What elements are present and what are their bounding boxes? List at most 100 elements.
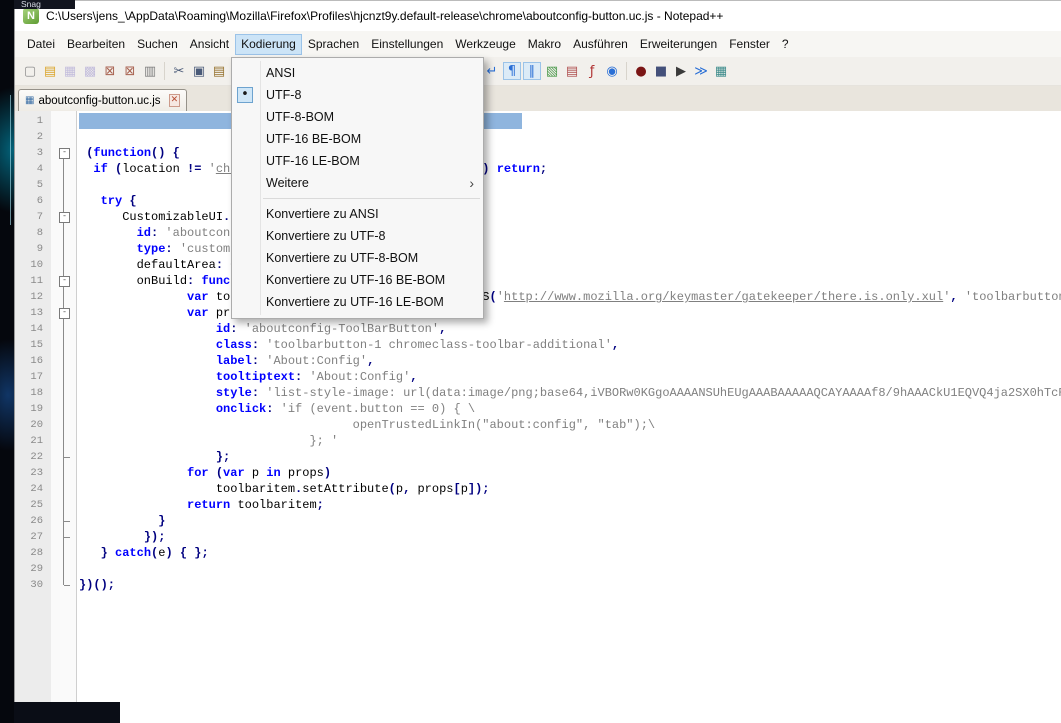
editor-area[interactable]: 1 // aboutconfig-butt23 (function() {4 i… <box>15 111 1061 723</box>
menubar-item-fenster[interactable]: Fenster <box>723 34 776 55</box>
code-line-10[interactable]: 10 defaultArea: CustomizableUI.AREA_NAVB… <box>15 257 1061 273</box>
menubar-item-kodierung[interactable]: Kodierung <box>235 34 302 55</box>
line-number[interactable]: 24 <box>15 481 51 497</box>
close-file-button[interactable]: ⊠ <box>101 62 119 80</box>
code-line-2[interactable]: 2 <box>15 129 1061 145</box>
line-number[interactable]: 27 <box>15 529 51 545</box>
menubar-item-erweiterungen[interactable]: Erweiterungen <box>634 34 723 55</box>
code-line-28[interactable]: 28 } catch(e) { }; <box>15 545 1061 561</box>
encoding-menu-item-konvertiere-zu-ansi[interactable]: Konvertiere zu ANSI <box>232 203 483 225</box>
code-line-22[interactable]: 22 }; <box>15 449 1061 465</box>
code-line-5[interactable]: 5 <box>15 177 1061 193</box>
line-number[interactable]: 13 <box>15 305 51 321</box>
code-line-26[interactable]: 26 } <box>15 513 1061 529</box>
line-number[interactable]: 19 <box>15 401 51 417</box>
code-line-15[interactable]: 15 class: 'toolbarbutton-1 chromeclass-t… <box>15 337 1061 353</box>
menubar-item-bearbeiten[interactable]: Bearbeiten <box>61 34 131 55</box>
line-number[interactable]: 10 <box>15 257 51 273</box>
tab-close-icon[interactable]: ✕ <box>169 94 181 107</box>
code-line-13[interactable]: 13 var pro <box>15 305 1061 321</box>
line-number[interactable]: 17 <box>15 369 51 385</box>
macro-stop-button[interactable]: ■ <box>652 62 670 80</box>
macro-record-button[interactable]: ● <box>632 62 650 80</box>
line-number[interactable]: 5 <box>15 177 51 193</box>
document-list-button[interactable]: ▤ <box>563 62 581 80</box>
encoding-menu-item-konvertiere-zu-utf-16-le-bom[interactable]: Konvertiere zu UTF-16 LE-BOM <box>232 291 483 313</box>
macro-save-button[interactable]: ▦ <box>712 62 730 80</box>
encoding-menu-item-utf-8[interactable]: •UTF-8 <box>232 84 483 106</box>
line-number[interactable]: 1 <box>15 113 51 129</box>
encoding-menu-item-ansi[interactable]: ANSI <box>232 62 483 84</box>
line-number[interactable]: 6 <box>15 193 51 209</box>
monitoring-button[interactable]: ◉ <box>603 62 621 80</box>
menubar-item-datei[interactable]: Datei <box>21 34 61 55</box>
show-all-characters-button[interactable]: ¶ <box>503 62 521 80</box>
menubar-item-einstellungen[interactable]: Einstellungen <box>365 34 449 55</box>
fold-toggle-icon[interactable]: - <box>59 212 70 223</box>
encoding-menu-item-konvertiere-zu-utf-8-bom[interactable]: Konvertiere zu UTF-8-BOM <box>232 247 483 269</box>
menubar-item-item[interactable]: ? <box>776 34 795 55</box>
copy-button[interactable]: ▣ <box>190 62 208 80</box>
code-line-18[interactable]: 18 style: 'list-style-image: url(data:im… <box>15 385 1061 401</box>
code-line-4[interactable]: 4 if (location != 'chrome://browser/cont… <box>15 161 1061 177</box>
menubar-item-ausf-hren[interactable]: Ausführen <box>567 34 634 55</box>
line-number[interactable]: 22 <box>15 449 51 465</box>
tab-aboutconfig-button[interactable]: ▦ aboutconfig-button.uc.js ✕ <box>18 89 187 111</box>
encoding-menu-item-konvertiere-zu-utf-16-be-bom[interactable]: Konvertiere zu UTF-16 BE-BOM <box>232 269 483 291</box>
fold-toggle-icon[interactable]: - <box>59 276 70 287</box>
code-line-7[interactable]: 7 CustomizableUI.createWidget({ <box>15 209 1061 225</box>
line-number[interactable]: 18 <box>15 385 51 401</box>
menubar-item-suchen[interactable]: Suchen <box>131 34 184 55</box>
encoding-menu-item-utf-16-be-bom[interactable]: UTF-16 BE-BOM <box>232 128 483 150</box>
line-number[interactable]: 4 <box>15 161 51 177</box>
menubar-item-sprachen[interactable]: Sprachen <box>302 34 365 55</box>
line-number[interactable]: 14 <box>15 321 51 337</box>
line-number[interactable]: 25 <box>15 497 51 513</box>
line-number[interactable]: 28 <box>15 545 51 561</box>
word-wrap-button[interactable]: ↵ <box>483 62 501 80</box>
line-number[interactable]: 26 <box>15 513 51 529</box>
line-number[interactable]: 15 <box>15 337 51 353</box>
menubar-item-ansicht[interactable]: Ansicht <box>184 34 235 55</box>
code-line-3[interactable]: 3 (function() { <box>15 145 1061 161</box>
encoding-menu-item-utf-8-bom[interactable]: UTF-8-BOM <box>232 106 483 128</box>
code-line-29[interactable]: 29 <box>15 561 1061 577</box>
indent-guide-button[interactable]: ∥ <box>523 62 541 80</box>
open-file-button[interactable]: ▤ <box>41 62 59 80</box>
code-line-11[interactable]: 11 onBuild: function(doc) { <box>15 273 1061 289</box>
save-file-button[interactable]: ▦ <box>61 62 79 80</box>
menubar-item-werkzeuge[interactable]: Werkzeuge <box>449 34 521 55</box>
code-line-21[interactable]: 21 }; ' <box>15 433 1061 449</box>
line-number[interactable]: 16 <box>15 353 51 369</box>
line-number[interactable]: 21 <box>15 433 51 449</box>
line-number[interactable]: 11 <box>15 273 51 289</box>
encoding-menu-item-konvertiere-zu-utf-8[interactable]: Konvertiere zu UTF-8 <box>232 225 483 247</box>
function-list-button[interactable]: ƒ <box>583 62 601 80</box>
code-line-14[interactable]: 14 id: 'aboutconfig-ToolBarButton', <box>15 321 1061 337</box>
new-file-button[interactable]: ▢ <box>21 62 39 80</box>
line-number[interactable]: 7 <box>15 209 51 225</box>
code-line-6[interactable]: 6 try { <box>15 193 1061 209</box>
fold-toggle-icon[interactable]: - <box>59 308 70 319</box>
line-number[interactable]: 12 <box>15 289 51 305</box>
code-line-23[interactable]: 23 for (var p in props) <box>15 465 1061 481</box>
code-line-12[interactable]: 12 var toolbaritem = document.createElem… <box>15 289 1061 305</box>
line-number[interactable]: 3 <box>15 145 51 161</box>
code-line-17[interactable]: 17 tooltiptext: 'About:Config', <box>15 369 1061 385</box>
line-number[interactable]: 8 <box>15 225 51 241</box>
code-line-20[interactable]: 20 openTrustedLinkIn("about:config", "ta… <box>15 417 1061 433</box>
save-all-button[interactable]: ▩ <box>81 62 99 80</box>
paste-button[interactable]: ▤ <box>210 62 228 80</box>
line-number[interactable]: 30 <box>15 577 51 593</box>
macro-run-multiple-button[interactable]: ≫ <box>692 62 710 80</box>
code-line-9[interactable]: 9 type: 'custom', <box>15 241 1061 257</box>
encoding-menu-item-weitere[interactable]: Weitere› <box>232 172 483 194</box>
line-number[interactable]: 9 <box>15 241 51 257</box>
code-line-30[interactable]: 30})(); <box>15 577 1061 593</box>
cut-button[interactable]: ✂ <box>170 62 188 80</box>
macro-play-button[interactable]: ▶ <box>672 62 690 80</box>
code-line-24[interactable]: 24 toolbaritem.setAttribute(p, props[p])… <box>15 481 1061 497</box>
code-line-16[interactable]: 16 label: 'About:Config', <box>15 353 1061 369</box>
menubar-item-makro[interactable]: Makro <box>522 34 567 55</box>
encoding-menu-item-utf-16-le-bom[interactable]: UTF-16 LE-BOM <box>232 150 483 172</box>
